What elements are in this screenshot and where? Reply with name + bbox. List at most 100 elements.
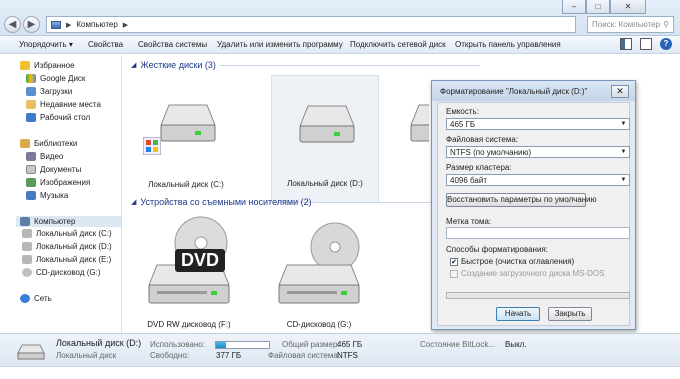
sidebar-item-disk-e[interactable]: Локальный диск (E:) — [22, 255, 111, 264]
group-header-label: Жесткие диски (3) — [140, 60, 216, 70]
help-icon[interactable]: ? — [660, 38, 672, 50]
dropdown-arrow-icon: ▼ — [620, 121, 627, 127]
restore-defaults-button[interactable]: Восстановить параметры по умолчанию — [446, 193, 597, 207]
address-bar[interactable]: ▶ Компьютер ▶ — [46, 16, 576, 33]
volume-label-input[interactable] — [446, 227, 630, 239]
capacity-label: Емкость: — [446, 107, 479, 116]
cluster-size-select[interactable]: 4096 байт ▼ — [446, 174, 630, 186]
sidebar-item-images[interactable]: Изображения — [26, 178, 90, 187]
sidebar-item-label: Видео — [40, 152, 64, 161]
sidebar-item-documents[interactable]: Документы — [26, 165, 81, 174]
sidebar-item-disk-c[interactable]: Локальный диск (C:) — [22, 229, 112, 238]
downloads-icon — [26, 87, 36, 96]
filesystem-label: Файловая система: — [446, 135, 519, 144]
video-icon — [26, 152, 36, 161]
music-icon — [26, 191, 36, 200]
minimize-button[interactable]: – — [562, 0, 586, 14]
filesystem-value: NTFS (по умолчанию) — [450, 148, 532, 157]
drive-tile-f[interactable]: DVD DVD RW дисковод (F:) — [141, 213, 237, 331]
map-network-drive-button[interactable]: Подключить сетевой диск — [350, 40, 446, 49]
sidebar-item-computer[interactable]: Компьютер — [16, 216, 121, 227]
sidebar-item-label: Загрузки — [40, 87, 73, 96]
drive-tile-c[interactable]: Локальный диск (C:) — [141, 75, 231, 203]
bottom-edge — [0, 366, 680, 379]
used-space-bar — [215, 341, 270, 349]
drive-tile-g[interactable]: CD-дисковод (G:) — [271, 213, 367, 331]
hard-drive-icon — [410, 104, 429, 142]
system-properties-button[interactable]: Свойства системы — [138, 40, 207, 49]
search-icon: ⚲ — [663, 20, 669, 29]
address-path: Компьютер — [76, 20, 118, 29]
checkbox-box — [450, 269, 458, 278]
close-button[interactable]: Закрыть — [548, 307, 592, 321]
format-progress-bar — [446, 292, 630, 299]
drive-label: Локальный диск (C:) — [148, 180, 224, 189]
preview-pane-icon[interactable] — [640, 38, 652, 50]
properties-button[interactable]: Свойства — [88, 40, 123, 49]
sidebar-item-downloads[interactable]: Загрузки — [26, 87, 72, 96]
sidebar-item-google-drive[interactable]: Google Диск — [26, 74, 85, 83]
collapse-arrow-icon: ◢ — [131, 199, 137, 206]
sidebar-item-video[interactable]: Видео — [26, 152, 63, 161]
sidebar-item-network[interactable]: Сеть — [20, 294, 52, 303]
sidebar-item-music[interactable]: Музыка — [26, 191, 68, 200]
group-divider — [315, 201, 436, 203]
cluster-size-label: Размер кластера: — [446, 163, 512, 172]
dialog-close-button[interactable]: ✕ — [611, 85, 629, 98]
sidebar-item-label: Библиотеки — [34, 139, 78, 148]
sidebar-item-label: Рабочий стол — [40, 113, 91, 122]
back-button[interactable]: ◀ — [4, 16, 21, 33]
navigation-pane: Избранное Google Диск Загрузки Недавние … — [0, 55, 122, 333]
msdos-boot-checkbox[interactable]: Создание загрузочного диска MS-DOS — [450, 269, 604, 278]
chevron-right-icon: ▶ — [122, 21, 129, 29]
free-space-label: Свободно: — [150, 351, 189, 360]
capacity-select[interactable]: 465 ГБ ▼ — [446, 118, 630, 130]
sidebar-item-recent[interactable]: Недавние места — [26, 100, 101, 109]
details-pane: Локальный диск (D:) Локальный диск Испол… — [0, 333, 680, 366]
google-drive-icon — [26, 74, 36, 83]
sidebar-item-label: Недавние места — [40, 100, 101, 109]
filesystem-status-label: Файловая система: — [268, 351, 341, 360]
organize-menu[interactable]: Упорядочить ▾ — [19, 40, 73, 49]
checkmark-icon: ✔ — [450, 257, 458, 266]
group-header-hard-disks[interactable]: ◢ Жесткие диски (3) — [131, 60, 480, 70]
sidebar-item-libraries[interactable]: Библиотеки — [20, 139, 77, 148]
selected-drive-type: Локальный диск — [56, 351, 117, 360]
collapse-arrow-icon: ◢ — [131, 62, 137, 69]
sidebar-item-disk-d[interactable]: Локальный диск (D:) — [22, 242, 112, 251]
start-button[interactable]: Начать — [496, 307, 540, 321]
uninstall-program-button[interactable]: Удалить или изменить программу — [217, 40, 343, 49]
search-placeholder: Поиск: Компьютер — [592, 20, 661, 29]
open-control-panel-button[interactable]: Открыть панель управления — [455, 40, 561, 49]
capacity-value: 465 ГБ — [450, 120, 476, 129]
sidebar-item-label: Компьютер — [34, 217, 76, 226]
sidebar-item-label: Google Диск — [40, 74, 86, 83]
libraries-icon — [20, 139, 30, 148]
sidebar-item-favorites[interactable]: Избранное — [20, 61, 75, 70]
group-header-removable[interactable]: ◢ Устройства со съемными носителями (2) — [131, 197, 436, 207]
quick-format-checkbox[interactable]: ✔ Быстрое (очистка оглавления) — [450, 257, 574, 266]
format-dialog: Форматирование "Локальный диск (D:)" ✕ Е… — [431, 80, 636, 330]
selected-drive-name: Локальный диск (D:) — [56, 338, 142, 348]
sidebar-item-label: Документы — [40, 165, 82, 174]
forward-button[interactable]: ▶ — [23, 16, 40, 33]
drive-tile-d[interactable]: Локальный диск (D:) — [271, 75, 379, 203]
command-bar: Упорядочить ▾ Свойства Свойства системы … — [0, 36, 680, 54]
search-input[interactable]: Поиск: Компьютер ⚲ — [587, 16, 674, 33]
sidebar-item-cd-g[interactable]: CD-дисковод (G:) — [22, 268, 101, 277]
used-space-label: Использовано: — [150, 340, 205, 349]
recent-places-icon — [26, 100, 36, 109]
sidebar-item-desktop[interactable]: Рабочий стол — [26, 113, 90, 122]
view-options-icon[interactable] — [620, 38, 632, 50]
chevron-right-icon: ▶ — [66, 21, 72, 29]
dialog-titlebar[interactable]: Форматирование "Локальный диск (D:)" — [432, 81, 635, 101]
dropdown-arrow-icon: ▼ — [620, 177, 627, 183]
close-window-button[interactable]: ✕ — [610, 0, 646, 14]
group-header-label: Устройства со съемными носителями (2) — [140, 197, 312, 207]
used-space-fill — [216, 342, 227, 348]
total-size-value: 465 ГБ — [337, 340, 363, 349]
filesystem-select[interactable]: NTFS (по умолчанию) ▼ — [446, 146, 630, 158]
computer-icon — [51, 20, 61, 29]
maximize-button[interactable]: □ — [586, 0, 610, 14]
drive-tile-e-partial[interactable] — [405, 97, 429, 159]
